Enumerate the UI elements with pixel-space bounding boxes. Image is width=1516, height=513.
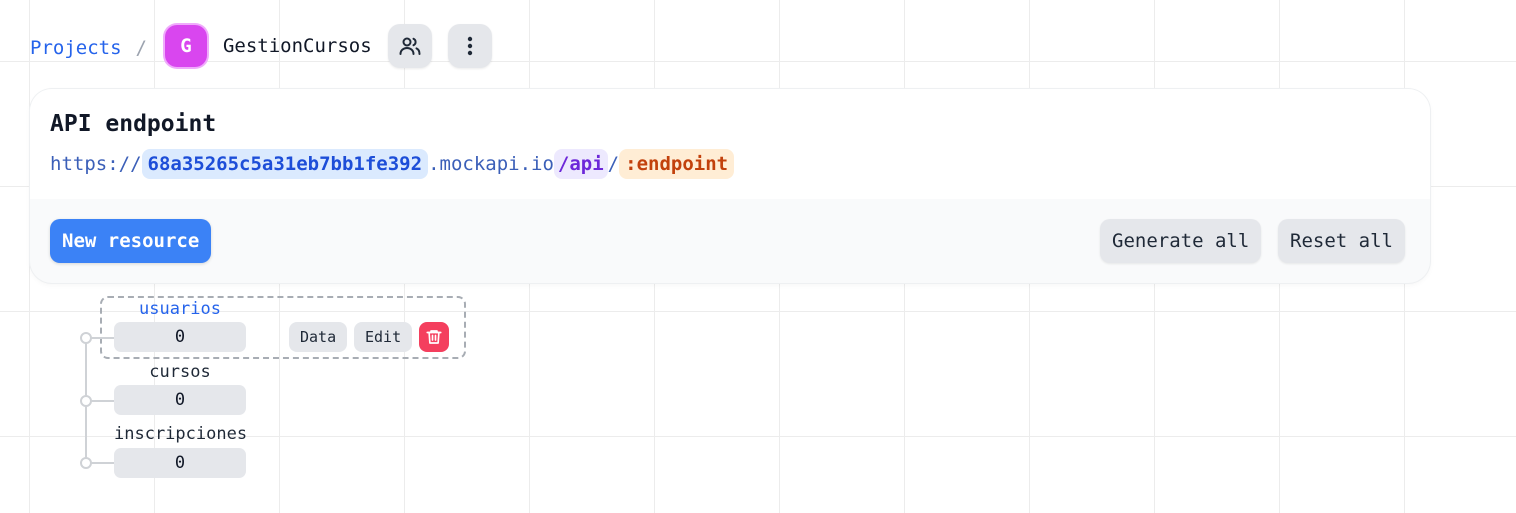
more-vertical-icon xyxy=(467,36,472,56)
resource-name-cursos[interactable]: cursos xyxy=(114,362,246,382)
card-title: API endpoint xyxy=(50,111,217,137)
url-slash: / xyxy=(607,153,620,175)
card-actions: New resource Generate all Reset all xyxy=(30,199,1430,283)
resource-count-cursos[interactable]: 0 xyxy=(114,385,246,415)
project-avatar[interactable]: G xyxy=(164,25,207,67)
users-icon xyxy=(399,37,421,55)
trash-icon xyxy=(426,330,442,344)
projects-link[interactable]: Projects xyxy=(30,37,122,59)
resource-delete-button[interactable] xyxy=(419,322,449,352)
url-endpoint: :endpoint xyxy=(619,149,735,179)
url-scheme: https:// xyxy=(50,153,142,175)
resource-edit-button[interactable]: Edit xyxy=(354,322,413,352)
tree-branch xyxy=(90,462,114,464)
generate-all-button[interactable]: Generate all xyxy=(1100,219,1262,263)
resource-name-usuarios[interactable]: usuarios xyxy=(114,299,246,319)
endpoint-url: https:// 68a35265c5a31eb7bb1fe392 .mocka… xyxy=(50,149,1410,179)
url-domain: .mockapi.io xyxy=(428,153,554,175)
project-menu-button[interactable] xyxy=(447,24,492,68)
resource-name-inscripciones[interactable]: inscripciones xyxy=(114,424,247,444)
reset-all-button[interactable]: Reset all xyxy=(1278,219,1405,263)
endpoint-info: API endpoint https:// 68a35265c5a31eb7bb… xyxy=(30,89,1430,199)
url-prefix: /api xyxy=(553,149,608,179)
url-project-id: 68a35265c5a31eb7bb1fe392 xyxy=(141,149,429,179)
members-button[interactable] xyxy=(387,24,432,68)
resource-count-inscripciones[interactable]: 0 xyxy=(114,448,246,478)
breadcrumb-separator: / xyxy=(135,37,147,59)
resource-count-usuarios[interactable]: 0 xyxy=(114,322,246,352)
tree-branch xyxy=(90,337,114,339)
api-endpoint-card: API endpoint https:// 68a35265c5a31eb7bb… xyxy=(30,89,1430,283)
breadcrumb: Projects / G GestionCursos xyxy=(30,22,508,70)
new-resource-button[interactable]: New resource xyxy=(50,219,212,263)
tree-branch xyxy=(90,400,114,402)
project-name: GestionCursos xyxy=(222,35,372,57)
resource-data-button[interactable]: Data xyxy=(289,322,348,352)
